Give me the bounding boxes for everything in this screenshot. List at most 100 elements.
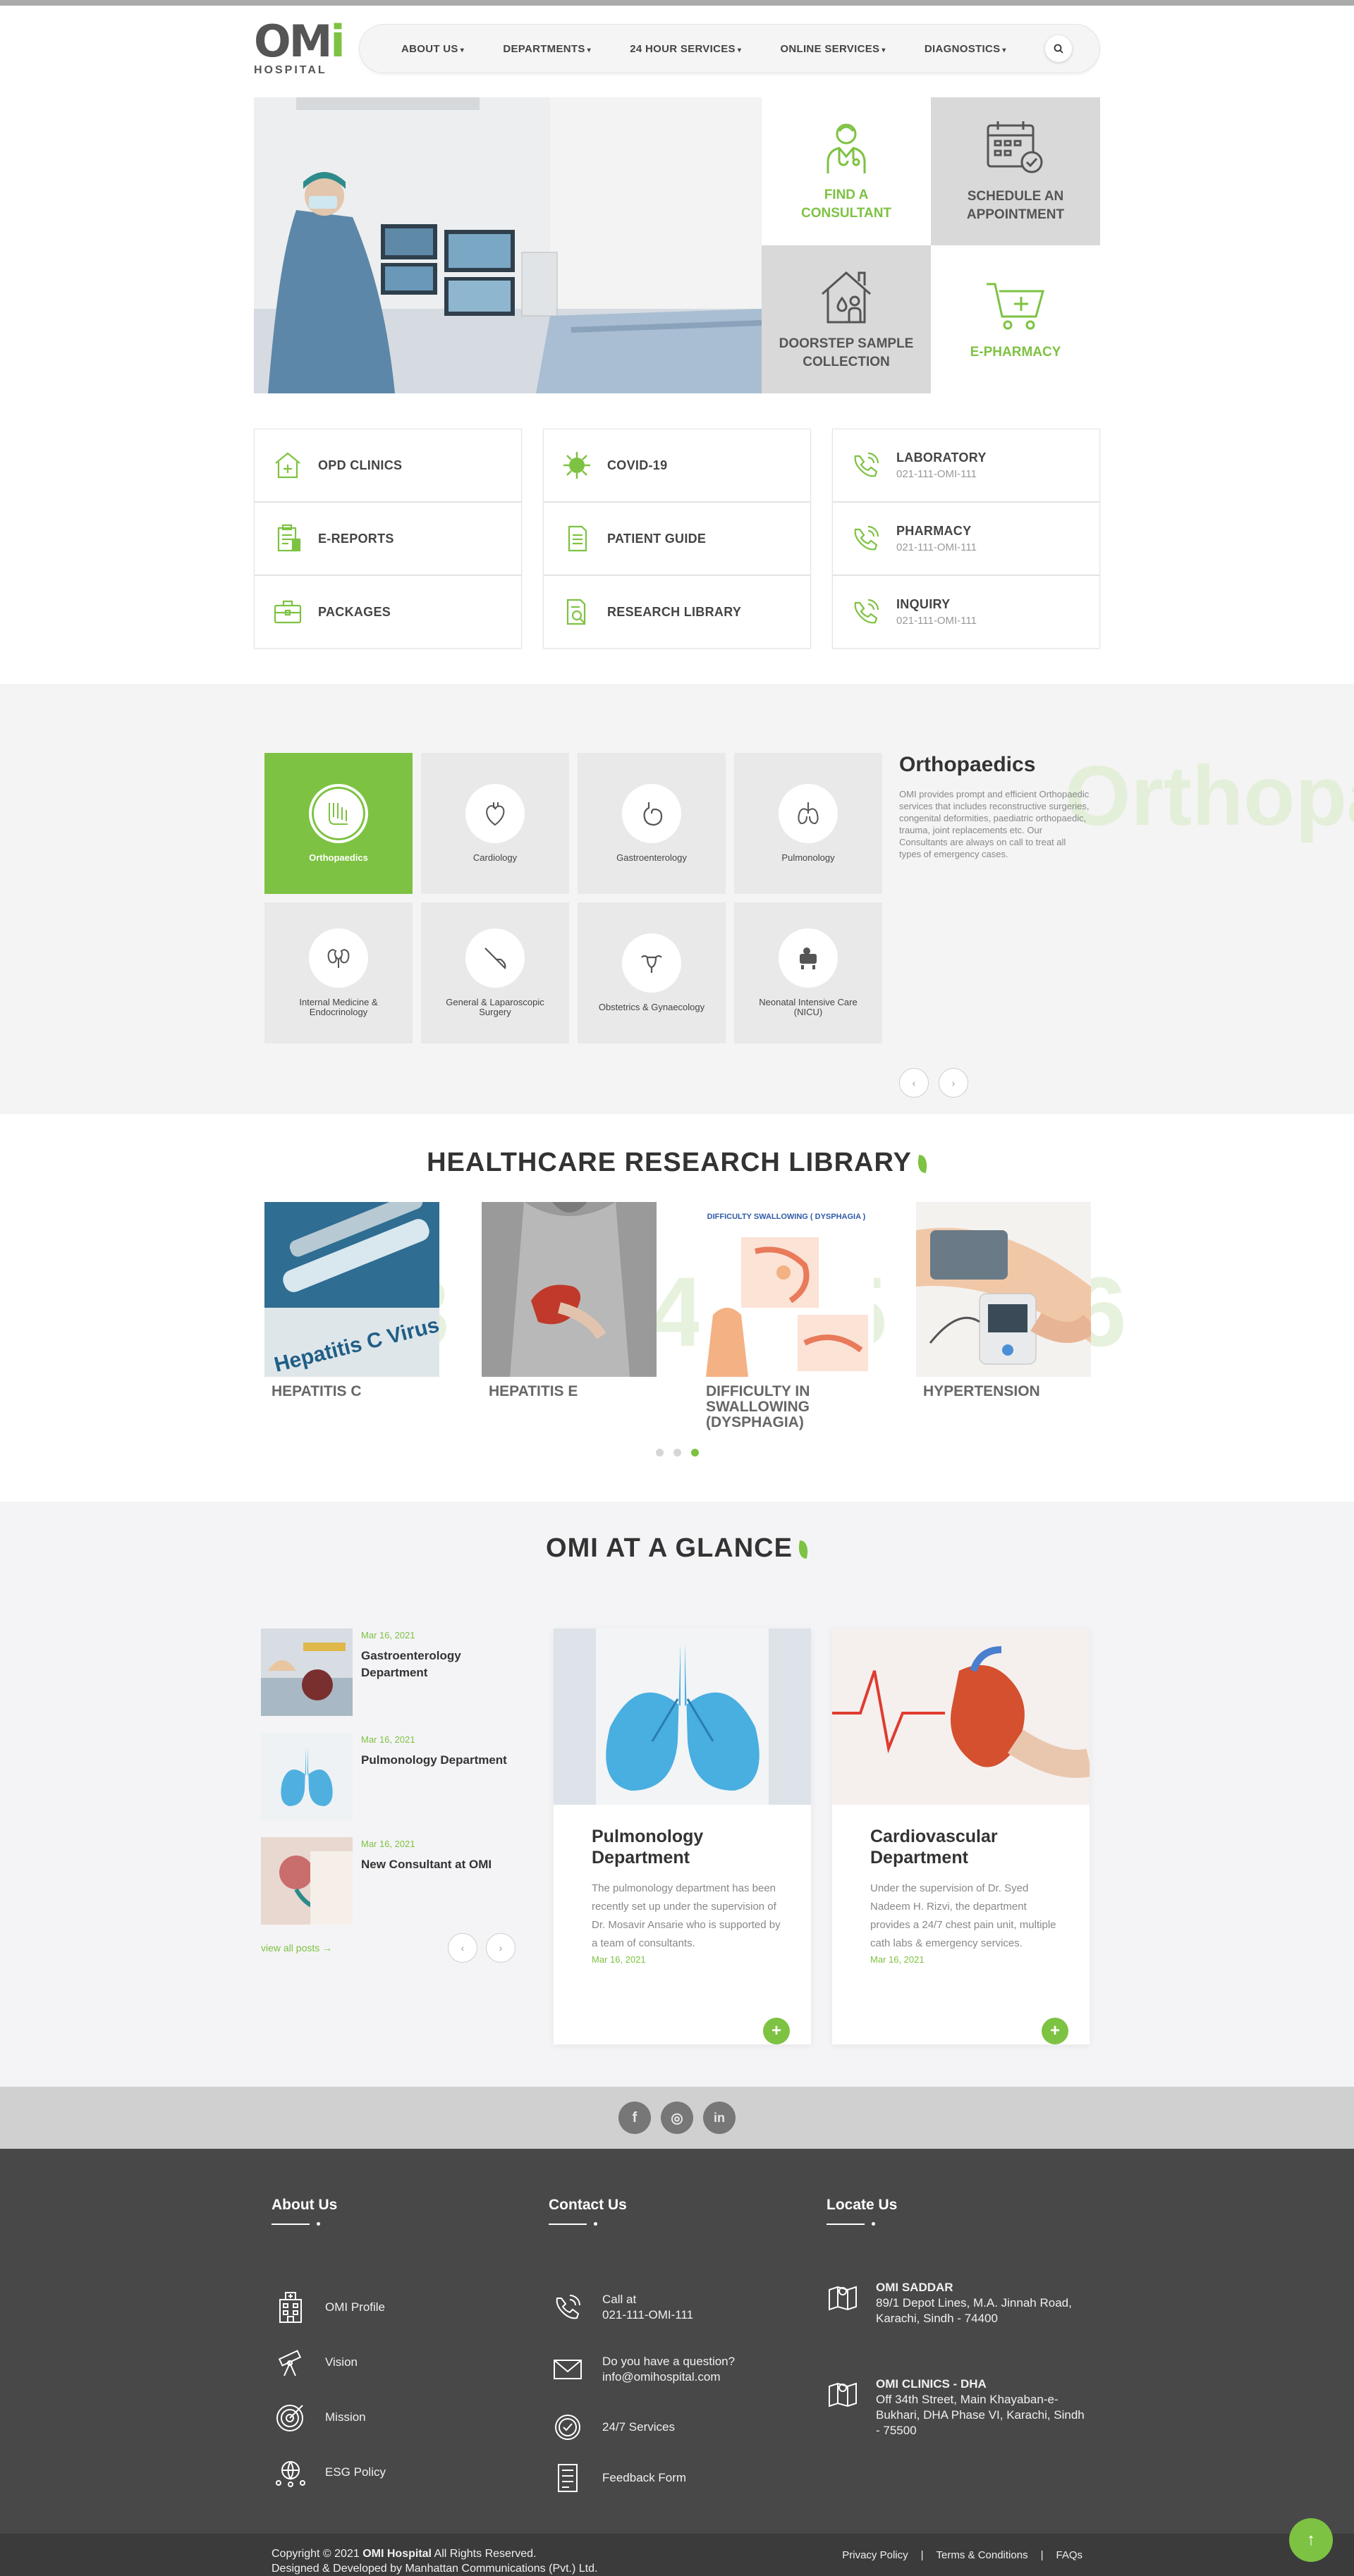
scroll-to-top-button[interactable]: ↑ — [1289, 2518, 1333, 2562]
e-reports-card[interactable]: E-REPORTS — [254, 502, 522, 575]
dept-next-button[interactable]: › — [939, 1068, 968, 1098]
dept-general-surgery[interactable]: General & Laparoscopic Surgery — [421, 902, 569, 1043]
nav-24-hour-services[interactable]: 24 HOUR SERVICES ▾ — [630, 43, 741, 55]
doorstep-sample-tile[interactable]: DOORSTEP SAMPLE COLLECTION — [762, 245, 931, 393]
news-thumbnail — [261, 1837, 353, 1925]
dept-internal-medicine[interactable]: Internal Medicine & Endocrinology — [264, 902, 413, 1043]
clinic-icon — [272, 449, 304, 482]
news-item[interactable]: Mar 16, 2021 Pulmonology Department — [261, 1733, 515, 1820]
faqs-link[interactable]: FAQs — [1056, 2549, 1082, 2561]
nav-diagnostics[interactable]: DIAGNOSTICS ▾ — [925, 43, 1006, 55]
covid-19-card[interactable]: COVID-19 — [543, 429, 811, 502]
logo-text: OM — [254, 16, 332, 67]
inquiry-card[interactable]: INQUIRY 021-111-OMI-111 — [832, 575, 1100, 649]
arrow-up-icon: ↑ — [1307, 2530, 1315, 2549]
instagram-icon[interactable]: ◎ — [661, 2102, 693, 2134]
research-card-dysphagia[interactable]: DIFFICULTY SWALLOWING ( DYSPHAGIA ) DIFF… — [699, 1202, 874, 1430]
footer-call[interactable]: Call at 021-111-OMI-111 — [549, 2288, 693, 2326]
dept-orthopaedics[interactable]: Orthopaedics — [264, 753, 413, 894]
carousel-dot-active[interactable] — [691, 1449, 699, 1456]
carousel-dots — [656, 1449, 699, 1456]
nav-about-us[interactable]: ABOUT US ▾ — [401, 43, 464, 55]
chevron-right-icon: › — [951, 1077, 956, 1088]
schedule-appointment-tile[interactable]: SCHEDULE AN APPOINTMENT — [931, 97, 1100, 245]
heart-icon — [465, 784, 525, 843]
chevron-left-icon: ‹ — [912, 1077, 916, 1088]
footer-link-esg-policy[interactable]: ESG Policy — [272, 2453, 386, 2491]
pharmacy-card[interactable]: PHARMACY 021-111-OMI-111 — [832, 502, 1100, 575]
research-icon — [561, 596, 593, 628]
caret-down-icon: ▾ — [1002, 46, 1006, 54]
copyright-text: Copyright © 2021 OMI Hospital All Rights… — [272, 2548, 598, 2575]
news-item[interactable]: Mar 16, 2021 New Consultant at OMI — [261, 1837, 515, 1925]
view-all-posts-link[interactable]: view all posts → — [261, 1942, 332, 1954]
find-consultant-tile[interactable]: FIND A CONSULTANT — [762, 97, 931, 245]
footer-link-omi-profile[interactable]: OMI Profile — [272, 2288, 385, 2326]
map-icon — [827, 2376, 859, 2409]
research-card-hepatitis-c[interactable]: Hepatitis C Virus HEPATITIS C — [264, 1202, 439, 1430]
section-title: OMI AT A GLANCE — [546, 1533, 793, 1563]
telescope-icon — [272, 2343, 310, 2381]
carousel-dot[interactable] — [656, 1449, 664, 1456]
read-more-button[interactable]: + — [763, 2018, 790, 2044]
logo[interactable]: OMi HOSPITAL — [254, 20, 346, 77]
dept-pulmonology[interactable]: Pulmonology — [734, 753, 882, 894]
nav-departments[interactable]: DEPARTMENTS ▾ — [503, 43, 591, 55]
dept-cardiology[interactable]: Cardiology — [421, 753, 569, 894]
news-next-button[interactable]: › — [486, 1933, 516, 1963]
calendar-check-icon — [987, 121, 1043, 173]
clock-check-icon — [549, 2408, 587, 2446]
news-prev-button[interactable]: ‹ — [448, 1933, 477, 1963]
facebook-icon[interactable]: f — [618, 2102, 651, 2134]
footer-feedback-form[interactable]: Feedback Form — [549, 2459, 686, 2497]
caret-down-icon: ▾ — [737, 46, 742, 54]
dept-nicu[interactable]: Neonatal Intensive Care (NICU) — [734, 902, 882, 1043]
footer-24-7-services[interactable]: 24/7 Services — [549, 2408, 675, 2446]
quick-links: OPD CLINICS E-REPORTS PACKAGES COVID-19 … — [254, 429, 1100, 649]
search-button[interactable] — [1044, 35, 1072, 62]
legal-links: Privacy Policy | Terms & Conditions | FA… — [842, 2549, 1082, 2561]
packages-card[interactable]: PACKAGES — [254, 575, 522, 649]
glance-card-image — [554, 1629, 811, 1805]
laboratory-card[interactable]: LABORATORY 021-111-OMI-111 — [832, 429, 1100, 502]
footer-link-mission[interactable]: Mission — [272, 2398, 366, 2436]
terms-link[interactable]: Terms & Conditions — [937, 2549, 1028, 2561]
footer-location-saddar[interactable]: OMI SADDAR 89/1 Depot Lines, M.A. Jinnah … — [827, 2280, 1087, 2326]
research-card-hepatitis-e[interactable]: HEPATITIS E — [482, 1202, 657, 1430]
footer-email[interactable]: Do you have a question? info@omihospital.… — [549, 2350, 735, 2388]
research-card-hypertension[interactable]: HYPERTENSION — [916, 1202, 1091, 1430]
separator: | — [920, 2549, 924, 2561]
caret-down-icon: ▾ — [460, 46, 465, 54]
news-item[interactable]: Mar 16, 2021 Gastroenterology Department — [261, 1629, 515, 1716]
footer-link-vision[interactable]: Vision — [272, 2343, 358, 2381]
glance-card[interactable]: Pulmonology Department The pulmonology d… — [554, 1629, 811, 2044]
virus-icon — [561, 449, 593, 482]
map-icon — [827, 2280, 859, 2312]
leaf-icon — [915, 1154, 929, 1174]
privacy-policy-link[interactable]: Privacy Policy — [842, 2549, 908, 2561]
research-library-card[interactable]: RESEARCH LIBRARY — [543, 575, 811, 649]
linkedin-icon[interactable]: in — [703, 2102, 736, 2134]
main-nav: ABOUT US ▾ DEPARTMENTS ▾ 24 HOUR SERVICES ▾… — [359, 24, 1100, 73]
form-icon — [549, 2459, 587, 2497]
kidneys-icon — [309, 928, 368, 988]
footer-location-dha[interactable]: OMI CLINICS - DHA Off 34th Street, Main K… — [827, 2376, 1087, 2439]
glance-card[interactable]: Cardiovascular Department Under the supe… — [832, 1629, 1090, 2044]
dept-prev-button[interactable]: ‹ — [899, 1068, 929, 1098]
caret-down-icon: ▾ — [882, 46, 886, 54]
leaf-icon — [796, 1540, 810, 1559]
nav-online-services[interactable]: ONLINE SERVICES ▾ — [780, 43, 885, 55]
tile-label: SCHEDULE AN APPOINTMENT — [966, 189, 1065, 222]
home-sample-icon — [822, 271, 871, 324]
separator: | — [1040, 2549, 1044, 2561]
e-pharmacy-tile[interactable]: E-PHARMACY — [931, 245, 1100, 393]
department-watermark: Orthopaedics — [1065, 749, 1354, 843]
dept-gastroenterology[interactable]: Gastroenterology — [578, 753, 726, 894]
read-more-button[interactable]: + — [1042, 2018, 1068, 2044]
carousel-dot[interactable] — [673, 1449, 681, 1456]
phone-icon — [850, 596, 882, 628]
bone-icon — [309, 784, 368, 843]
opd-clinics-card[interactable]: OPD CLINICS — [254, 429, 522, 502]
dept-obstetrics[interactable]: Obstetrics & Gynaecology — [578, 902, 726, 1043]
patient-guide-card[interactable]: PATIENT GUIDE — [543, 502, 811, 575]
